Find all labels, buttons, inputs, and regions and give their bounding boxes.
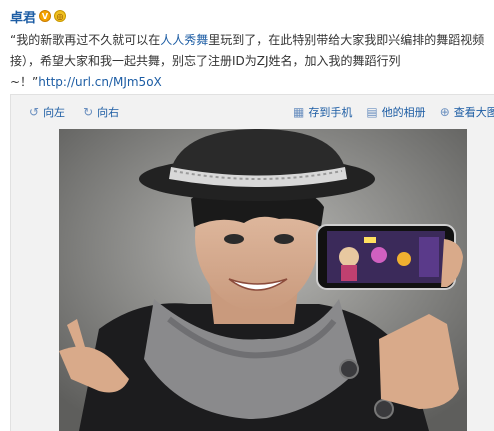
save-to-phone-label: 存到手机	[308, 106, 353, 119]
image-toolbar: ↺ 向左 ↻ 向右 ▦ 存到手机 ▤ 他的相册 ⊕ 查看大图	[11, 95, 494, 129]
rotate-right-label: 向右	[97, 106, 120, 119]
save-to-phone-button[interactable]: ▦ 存到手机	[293, 104, 352, 120]
magnify-icon: ⊕	[439, 105, 450, 119]
post-line-1: “我的新歌再过不久就可以在人人秀舞里玩到了，在此特别带给大家我即兴编排的舞蹈视频	[10, 30, 494, 51]
his-album-button[interactable]: ▤ 他的相册	[366, 104, 425, 120]
short-url-link[interactable]: http://url.cn/MJm5oX	[38, 75, 161, 89]
album-icon: ▤	[366, 105, 378, 119]
photo-illustration	[59, 129, 467, 431]
rotate-left-label: 向左	[43, 106, 66, 119]
post-text-segment: “我的新歌再过不久就可以在	[10, 33, 161, 47]
member-badge-icon[interactable]: ◎	[54, 10, 67, 22]
media-box: ↺ 向左 ↻ 向右 ▦ 存到手机 ▤ 他的相册 ⊕ 查看大图	[10, 94, 494, 431]
post-text-segment: 里玩到了，在此特别带给大家我即兴编排的舞蹈视频	[208, 33, 485, 47]
rotate-left-icon: ↺	[29, 105, 40, 119]
app-link[interactable]: 人人秀舞	[160, 33, 208, 47]
post-text-segment: ~！”	[10, 75, 39, 89]
verified-badge-icon[interactable]: V	[39, 10, 52, 22]
his-album-label: 他的相册	[381, 106, 426, 119]
rotate-right-button[interactable]: ↻ 向右	[83, 104, 119, 120]
post-photo[interactable]	[59, 129, 467, 431]
rotate-left-button[interactable]: ↺ 向左	[29, 104, 65, 120]
qr-code-icon: ▦	[293, 105, 305, 119]
author-name[interactable]: 卓君	[10, 7, 36, 26]
view-large-label: 查看大图	[453, 106, 494, 119]
post-line-3: ~！”http://url.cn/MJm5oX	[10, 72, 494, 93]
rotate-right-icon: ↻	[83, 105, 94, 119]
post-line-2: 接），希望大家和我一起共舞，别忘了注册ID为ZJ姓名，加入我的舞蹈行列	[10, 54, 401, 68]
author-line: 卓君 V ◎	[10, 6, 67, 26]
post-text: “我的新歌再过不久就可以在人人秀舞里玩到了，在此特别带给大家我即兴编排的舞蹈视频…	[10, 30, 494, 93]
view-large-button[interactable]: ⊕ 查看大图	[440, 104, 494, 120]
